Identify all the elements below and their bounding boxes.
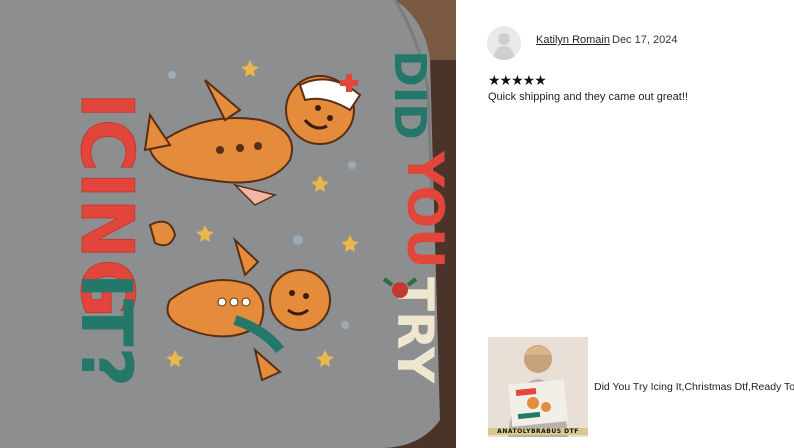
- print-word-it: IT?: [65, 273, 147, 387]
- review-photo[interactable]: ICING IT? DID YOU TRY: [0, 0, 456, 448]
- svg-text:YOU: YOU: [396, 150, 454, 269]
- star-rating: ★★★★★: [488, 72, 547, 88]
- shirt-photo-svg: ICING IT? DID YOU TRY: [0, 0, 456, 448]
- review-date: Dec 17, 2024: [612, 34, 678, 46]
- reviewer-name-link[interactable]: Katilyn Romain: [536, 34, 610, 46]
- svg-text:DID: DID: [384, 50, 435, 139]
- user-silhouette-icon: [487, 26, 521, 60]
- print-word-you: YOU: [396, 150, 454, 269]
- product-title-link[interactable]: Did You Try Icing It,Christmas Dtf,Ready…: [594, 381, 794, 393]
- product-thumbnail[interactable]: ANATOLYBRABUS DTF: [488, 337, 588, 437]
- product-thumbnail-image: [488, 337, 588, 437]
- thumbnail-shop-caption: ANATOLYBRABUS DTF: [488, 428, 588, 435]
- review-panel: Katilyn Romain Dec 17, 2024 ★★★★★ Quick …: [456, 0, 794, 448]
- review-text: Quick shipping and they came out great!!: [488, 91, 688, 103]
- print-word-did: DID: [384, 50, 435, 139]
- svg-text:IT?: IT?: [65, 273, 147, 387]
